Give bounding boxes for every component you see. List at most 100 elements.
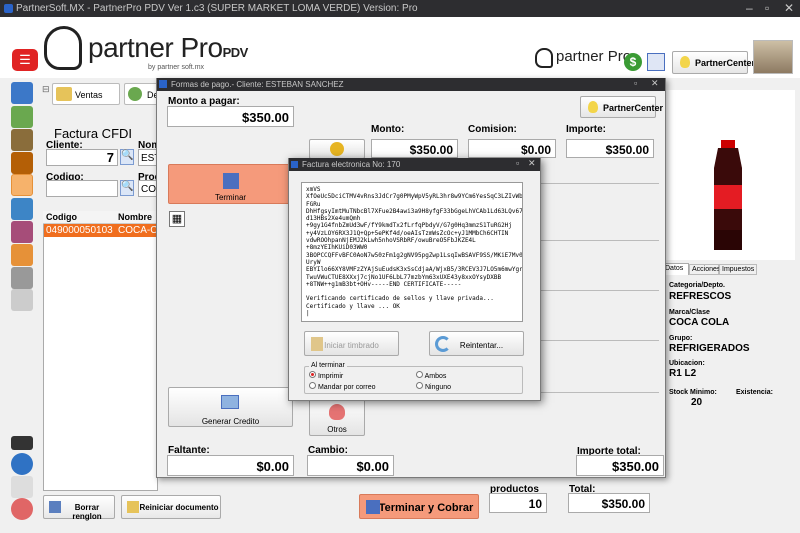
cambio-value: $0.00 [307,455,394,476]
small-brand-text: partner Pro [556,48,632,65]
factura-title: Factura CFDI [54,126,133,141]
generar-credito-button[interactable]: Generar Credito [168,387,293,427]
ubicacion-value: R1 L2 [669,368,697,379]
maximize-icon[interactable]: ▫ [765,1,769,15]
importe-label: Importe: [566,124,606,135]
partner-small-logo-icon [535,48,553,68]
timbrado-log-textarea[interactable]: xmVS XfOeUc5DciCTMV4vRns3JdCr7g0PMyWpV5y… [301,182,523,322]
user-icon[interactable] [11,244,33,266]
monto-label: Monto: [371,124,405,135]
reset-icon [127,501,139,513]
stock-minimo-label: Stock Minimo: [669,389,717,396]
tab-second[interactable]: De [124,83,158,105]
radio-ambos-dot [416,371,423,378]
purchases-icon[interactable] [11,152,33,174]
terminar-cobrar-button[interactable]: Terminar y Cobrar [359,494,479,519]
dialog-partnercenter-button[interactable]: PartnerCenter [580,96,663,118]
dollar-icon[interactable]: $ [624,53,642,71]
table-row[interactable]: 049000050103 COCA-CO [44,224,165,237]
close-icon[interactable]: ✕ [784,1,794,15]
radio-ambos[interactable]: Ambos [416,371,446,380]
tab-impuestos[interactable]: Impuestos [719,264,757,275]
radio-ninguno[interactable]: Ninguno [416,382,451,391]
home-icon[interactable] [11,82,33,104]
factura-electronica-title: Factura electronica No: 170 [302,160,401,169]
factura-electronica-titlebar: Factura electronica No: 170 [289,158,540,171]
tab-acciones[interactable]: Acciones [689,264,720,275]
grid-col-codigo: Codigo [46,212,77,222]
calculator-grid-icon[interactable]: ▦ [169,211,185,227]
faltante-value: $0.00 [167,455,294,476]
reintentar-button[interactable]: Reintentar... [429,331,524,356]
comision-value[interactable]: $0.00 [468,139,556,158]
otros-button[interactable]: Otros [309,398,365,436]
display-icon[interactable] [11,436,33,450]
inventory-icon[interactable] [11,129,33,151]
dialog2-close-icon[interactable]: ✕ [528,158,536,169]
monto-value[interactable]: $350.00 [371,139,458,158]
dialog-close-icon[interactable]: ✕ [651,78,659,89]
stock-minimo-value: 20 [691,397,703,408]
al-terminar-label: Al terminar [309,362,347,369]
terminar-button[interactable]: Terminar [168,164,293,204]
categoria-label: Categoria/Depto. [669,282,726,289]
dialog2-maximize-icon[interactable]: ▫ [516,158,519,168]
credit-card-icon [221,395,239,409]
radio-imprimir[interactable]: Imprimir [309,371,343,380]
document-icon[interactable] [11,198,33,220]
report-icon[interactable] [11,289,33,311]
divider-line [541,240,659,241]
device-icon[interactable] [11,476,33,498]
brand-logo-text: partner ProPDV [88,32,248,63]
partnercenter-button[interactable]: PartnerCenter [672,51,755,74]
efectivo-payment-button[interactable] [309,139,365,159]
grid-header: Codigo Nombre [43,211,158,224]
borrar-renglon-button[interactable]: Borrar renglon [43,495,115,521]
dialog-maximize-icon[interactable]: ▫ [634,78,637,88]
search-cliente-icon[interactable]: 🔍 [120,149,134,165]
product-image [662,90,795,260]
brand-byline: by partner soft.mx [148,64,205,71]
tab-ventas[interactable]: Ventas [52,83,120,105]
qr-code-icon[interactable] [647,53,665,71]
delete-row-icon [49,501,61,513]
minimize-icon[interactable]: – [746,1,753,15]
coin-icon [330,142,344,156]
marca-label: Marca/Clase [669,309,710,316]
existencia-label: Existencia: [736,389,773,396]
grid-col-nombre: Nombre [118,212,153,222]
reiniciar-documento-button[interactable]: Reiniciar documento [121,495,221,519]
collapse-icon[interactable]: ⊟ [42,84,50,95]
comision-label: Comision: [468,124,517,135]
search-codigo-icon[interactable]: 🔍 [120,180,134,196]
divider-line [541,392,659,393]
globe-icon[interactable] [11,453,33,475]
iniciar-timbrado-button[interactable]: Iniciar timbrado [304,331,399,356]
categoria-value: REFRESCOS [669,291,732,302]
calculator-icon[interactable] [11,267,33,289]
main-menu-button[interactable]: ☰ [12,49,38,71]
cliente-input[interactable]: 7 [46,149,118,166]
dialog2-app-icon [291,161,298,168]
books-icon[interactable] [11,221,33,243]
importe-value[interactable]: $350.00 [566,139,654,158]
save-icon [366,500,380,514]
radio-imprimir-dot [309,371,316,378]
monto-pagar-value: $350.00 [167,106,294,127]
settings-gear-icon[interactable] [11,498,33,520]
productos-value: 10 [489,493,547,513]
codigo-input[interactable] [46,180,118,197]
total-value: $350.00 [568,493,650,513]
divider-line [541,290,659,291]
pos-icon[interactable] [11,174,33,196]
lightbulb-icon [680,56,690,68]
ubicacion-label: Ubicacion: [669,360,705,367]
window-titlebar: PartnerSoft.MX - PartnerPro PDV Ver 1.c3… [0,0,800,17]
terminar-save-icon [223,173,239,189]
coca-cola-bottle-image [714,140,742,250]
row-codigo: 049000050103 [46,225,113,236]
formas-pago-titlebar: Formas de pago.- Cliente: ESTEBAN SANCHE… [157,78,665,91]
radio-mandar-correo[interactable]: Mandar por correo [309,382,376,391]
customers-icon[interactable] [11,106,33,128]
window-title: PartnerSoft.MX - PartnerPro PDV Ver 1.c3… [16,3,418,14]
